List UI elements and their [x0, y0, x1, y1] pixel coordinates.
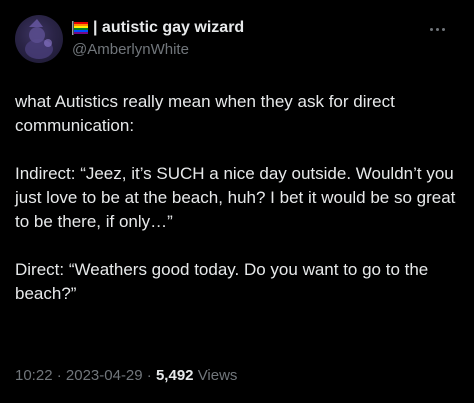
post-date[interactable]: 2023-04-29 — [66, 367, 143, 384]
author-handle[interactable]: @AmberlynWhite — [72, 40, 244, 60]
post-paragraph: Direct: “Weathers good today. Do you wan… — [15, 260, 429, 303]
views-count[interactable]: 5,492 — [156, 367, 194, 384]
rainbow-flag-icon — [72, 21, 88, 35]
post-paragraph: what Autistics really mean when they ask… — [15, 92, 395, 135]
post-text: what Autistics really mean when they ask… — [15, 90, 461, 330]
post: | autistic gay wizard @AmberlynWhite wha… — [0, 0, 474, 403]
post-meta: 10:22 · 2023-04-29 · 5,492 Views — [15, 367, 237, 384]
author-info: | autistic gay wizard @AmberlynWhite — [72, 18, 244, 60]
meta-separator: · — [56, 367, 62, 384]
post-paragraph: Indirect: “Jeez, it’s SUCH a nice day ou… — [15, 164, 456, 231]
post-time[interactable]: 10:22 — [15, 367, 53, 384]
avatar-image — [25, 19, 53, 59]
display-name: | autistic gay wizard — [93, 19, 245, 36]
display-name-row[interactable]: | autistic gay wizard — [72, 18, 244, 38]
more-options-icon[interactable] — [426, 24, 448, 34]
avatar[interactable] — [15, 15, 63, 63]
views-label: Views — [197, 367, 238, 384]
meta-separator: · — [146, 367, 152, 384]
